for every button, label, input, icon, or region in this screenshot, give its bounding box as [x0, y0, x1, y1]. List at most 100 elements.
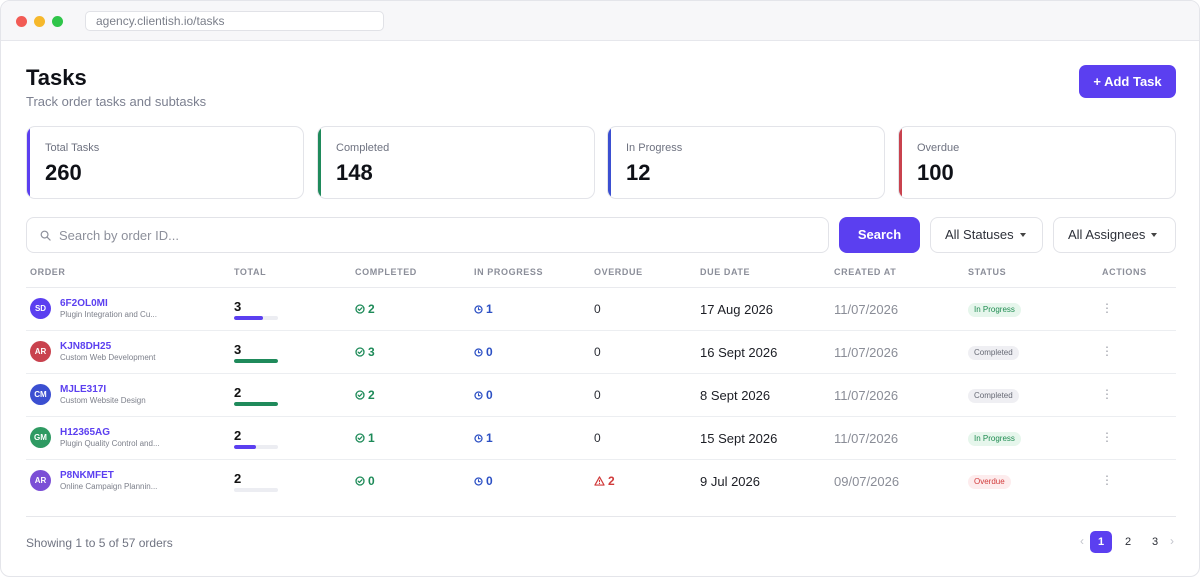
overdue-count: 0 — [594, 302, 601, 316]
search-box — [26, 217, 829, 253]
column-header: ORDER — [30, 267, 66, 277]
add-task-button[interactable]: + Add Task — [1079, 65, 1176, 98]
completed-count: 0 — [355, 474, 375, 488]
table-header-divider — [26, 287, 1176, 288]
completed-count: 2 — [355, 388, 375, 402]
order-id-link[interactable]: P8NKMFET — [60, 470, 114, 481]
page-button-2[interactable]: 2 — [1117, 531, 1139, 553]
chevron-down-icon — [1151, 232, 1158, 237]
order-description: Custom Web Development — [60, 353, 156, 362]
footer-divider — [26, 516, 1176, 517]
more-actions-icon[interactable]: ⋮ — [1101, 388, 1113, 400]
browser-window: agency.clientish.io/tasks Tasks Track or… — [0, 0, 1200, 577]
order-description: Plugin Integration and Cu... — [60, 310, 157, 319]
status-filter-label: All Statuses — [945, 227, 1014, 242]
avatar: GM — [30, 427, 51, 448]
avatar: AR — [30, 470, 51, 491]
progress-bar — [234, 445, 278, 449]
address-bar[interactable]: agency.clientish.io/tasks — [85, 11, 384, 31]
more-actions-icon[interactable]: ⋮ — [1101, 345, 1113, 357]
progress-bar — [234, 402, 278, 406]
column-header: STATUS — [968, 267, 1007, 277]
stat-value: 100 — [917, 160, 954, 185]
in-progress-value: 1 — [486, 302, 493, 316]
close-window-button[interactable] — [16, 16, 27, 27]
stat-label: Completed — [336, 142, 390, 154]
column-header: ACTIONS — [1102, 267, 1147, 277]
title-bar: agency.clientish.io/tasks — [1, 1, 1199, 41]
status-badge: In Progress — [968, 303, 1021, 317]
task-total: 3 — [234, 299, 242, 314]
order-id-link[interactable]: 6F2OL0MI — [60, 298, 108, 309]
in-progress-value: 0 — [486, 345, 493, 359]
order-id-link[interactable]: H12365AG — [60, 427, 110, 438]
search-input[interactable] — [59, 218, 819, 252]
stat-value: 148 — [336, 160, 373, 185]
completed-value: 2 — [368, 302, 375, 316]
order-description: Online Campaign Plannin... — [60, 482, 158, 491]
in-progress-value: 1 — [486, 431, 493, 445]
overdue-count: 0 — [594, 431, 601, 445]
stat-card: In Progress 12 — [607, 126, 885, 199]
assignee-filter-dropdown[interactable]: All Assignees — [1053, 217, 1176, 253]
overdue-value: 0 — [594, 388, 601, 402]
stat-label: In Progress — [626, 142, 683, 154]
order-id-link[interactable]: KJN8DH25 — [60, 341, 111, 352]
assignee-filter-label: All Assignees — [1068, 227, 1146, 242]
check-circle-icon — [355, 431, 368, 445]
overdue-value: 0 — [594, 345, 601, 359]
maximize-window-button[interactable] — [52, 16, 63, 27]
stat-card: Completed 148 — [317, 126, 595, 199]
created-date: 11/07/2026 — [834, 388, 899, 403]
page-subtitle: Track order tasks and subtasks — [26, 94, 207, 109]
page-button-1[interactable]: 1 — [1090, 531, 1112, 553]
order-description: Custom Website Design — [60, 396, 146, 405]
row-divider — [26, 373, 1176, 374]
stat-card: Overdue 100 — [898, 126, 1176, 199]
chevron-right-icon[interactable]: › — [1170, 534, 1174, 548]
row-divider — [26, 330, 1176, 331]
overdue-count: 0 — [594, 345, 601, 359]
page-button-3[interactable]: 3 — [1144, 531, 1166, 553]
check-circle-icon — [355, 474, 368, 488]
column-header: TOTAL — [234, 267, 267, 277]
in-progress-count: 1 — [474, 302, 493, 316]
stat-label: Overdue — [917, 142, 960, 154]
search-button[interactable]: Search — [839, 217, 920, 253]
check-circle-icon — [355, 388, 368, 402]
more-actions-icon[interactable]: ⋮ — [1101, 431, 1113, 443]
task-total: 2 — [234, 471, 242, 486]
due-date: 9 Jul 2026 — [700, 474, 760, 489]
overdue-value: 0 — [594, 431, 601, 445]
order-id-link[interactable]: MJLE317I — [60, 384, 106, 395]
minimize-window-button[interactable] — [34, 16, 45, 27]
status-filter-dropdown[interactable]: All Statuses — [930, 217, 1043, 253]
column-header: CREATED AT — [834, 267, 897, 277]
stat-card: Total Tasks 260 — [26, 126, 304, 199]
avatar: SD — [30, 298, 51, 319]
in-progress-count: 1 — [474, 431, 493, 445]
stat-value: 260 — [45, 160, 82, 185]
progress-bar-fill — [234, 359, 278, 363]
created-date: 11/07/2026 — [834, 431, 899, 446]
check-circle-icon — [355, 345, 368, 359]
created-date: 11/07/2026 — [834, 345, 899, 360]
column-header: OVERDUE — [594, 267, 643, 277]
pagination-summary: Showing 1 to 5 of 57 orders — [26, 536, 173, 550]
check-circle-icon — [355, 302, 368, 316]
more-actions-icon[interactable]: ⋮ — [1101, 474, 1113, 486]
chevron-left-icon[interactable]: ‹ — [1080, 534, 1084, 548]
stat-label: Total Tasks — [45, 142, 100, 154]
search-icon — [40, 230, 51, 241]
task-total: 2 — [234, 385, 242, 400]
task-total: 2 — [234, 428, 242, 443]
column-header: DUE DATE — [700, 267, 751, 277]
progress-bar-fill — [234, 402, 278, 406]
chevron-down-icon — [1019, 232, 1026, 237]
row-divider — [26, 416, 1176, 417]
more-actions-icon[interactable]: ⋮ — [1101, 302, 1113, 314]
progress-bar-fill — [234, 445, 256, 449]
completed-value: 3 — [368, 345, 375, 359]
due-date: 17 Aug 2026 — [700, 302, 774, 317]
clock-icon — [474, 474, 486, 488]
